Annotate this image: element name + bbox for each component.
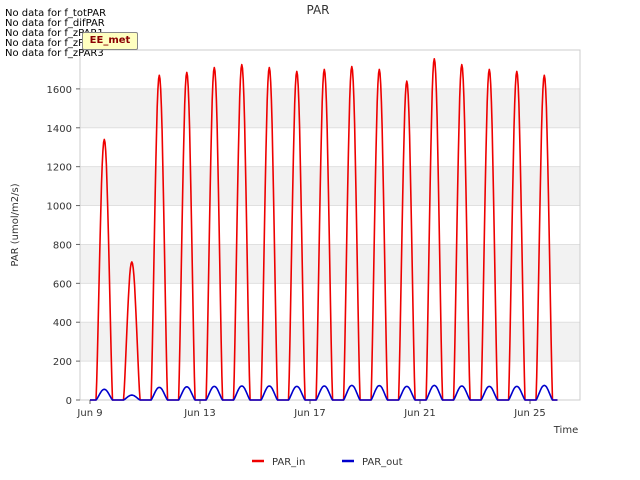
x-tick-label: Jun 13: [183, 408, 216, 419]
y-axis-label: PAR (umol/m2/s): [10, 183, 21, 266]
grid-band: [80, 88, 580, 128]
series-line-par-out: [90, 384, 558, 401]
x-tick-label: Jun 17: [293, 408, 326, 419]
legend-label: PAR_in: [272, 457, 305, 468]
y-tick-label: 1400: [47, 124, 72, 135]
y-tick-label: 200: [53, 357, 72, 368]
y-tick-label: 800: [53, 240, 72, 251]
y-tick-label: 400: [53, 318, 72, 329]
y-tick-label: 1600: [47, 85, 72, 96]
y-axis: 0 200 400 600 800 1000 1200 1400 1600: [47, 85, 80, 407]
y-tick-label: 0: [66, 396, 72, 407]
legend-label: PAR_out: [362, 457, 403, 468]
grid-band: [80, 322, 580, 362]
x-axis-label: Time: [553, 425, 578, 436]
y-tick-label: 600: [53, 279, 72, 290]
chart-title: PAR: [306, 3, 329, 17]
x-tick-label: Jun 21: [403, 408, 436, 419]
y-tick-label: 1000: [47, 202, 72, 213]
site-badge: EE_met: [82, 32, 138, 50]
x-tick-label: Jun 25: [513, 408, 546, 419]
par-chart: 0 200 400 600 800 1000 1200 1400 1600 Jun 9 Jun 1…: [10, 3, 581, 468]
y-tick-label: 1200: [47, 163, 72, 174]
x-tick-label: Jun 9: [76, 408, 102, 419]
legend: PAR_in PAR_out: [252, 457, 403, 468]
x-axis: Jun 9 Jun 13 Jun 17 Jun 21 Jun 25: [76, 400, 546, 419]
